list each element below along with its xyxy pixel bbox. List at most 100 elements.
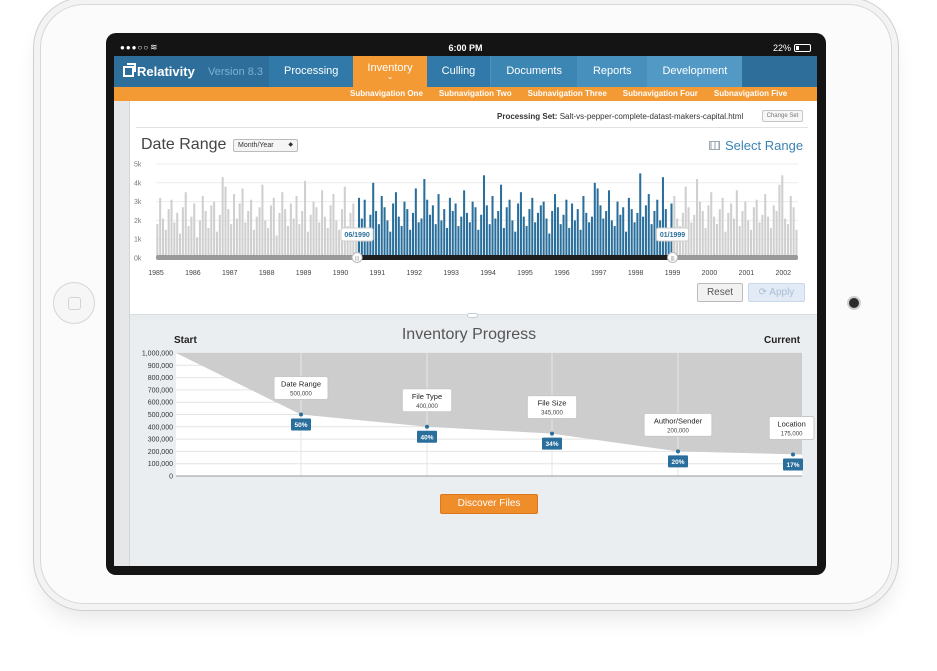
histogram-bar[interactable] bbox=[389, 231, 392, 258]
histogram-bar[interactable] bbox=[400, 226, 403, 258]
histogram-bar[interactable] bbox=[588, 222, 591, 258]
histogram-bar[interactable] bbox=[752, 207, 755, 258]
histogram-bar[interactable] bbox=[411, 212, 415, 258]
histogram-bar[interactable] bbox=[275, 235, 278, 258]
histogram-bar[interactable] bbox=[559, 224, 562, 258]
histogram-bar[interactable] bbox=[426, 199, 429, 258]
histogram-bar[interactable] bbox=[446, 227, 449, 258]
histogram-bar[interactable] bbox=[201, 195, 204, 258]
histogram-bar[interactable] bbox=[474, 207, 477, 258]
tab-culling[interactable]: Culling bbox=[426, 56, 491, 87]
histogram-bar[interactable] bbox=[605, 211, 608, 258]
histogram-bar[interactable] bbox=[579, 229, 582, 258]
histogram-bar[interactable] bbox=[187, 226, 190, 258]
histogram-bar[interactable] bbox=[397, 216, 400, 258]
resize-handle[interactable] bbox=[467, 313, 478, 318]
histogram-bar[interactable] bbox=[576, 209, 579, 258]
histogram-bar[interactable] bbox=[386, 220, 389, 258]
histogram-bar[interactable] bbox=[539, 205, 542, 258]
histogram-bar[interactable] bbox=[329, 205, 332, 258]
histogram-bar[interactable] bbox=[741, 211, 744, 258]
histogram-bar[interactable] bbox=[590, 216, 593, 258]
histogram-bar[interactable] bbox=[306, 231, 309, 258]
histogram-bar[interactable] bbox=[767, 216, 770, 258]
histogram-bar[interactable] bbox=[392, 203, 395, 258]
histogram-bar[interactable] bbox=[696, 179, 699, 258]
histogram-bar[interactable] bbox=[505, 207, 508, 258]
histogram-bar[interactable] bbox=[255, 216, 258, 258]
histogram-bar[interactable] bbox=[710, 192, 713, 258]
histogram-bar[interactable] bbox=[607, 190, 611, 258]
histogram-bar[interactable] bbox=[613, 226, 616, 258]
histogram-bar[interactable] bbox=[548, 233, 551, 258]
histogram-bar[interactable] bbox=[744, 201, 747, 258]
histogram-bar[interactable] bbox=[627, 197, 630, 258]
histogram-bar[interactable] bbox=[642, 216, 645, 258]
histogram-bar[interactable] bbox=[485, 205, 488, 258]
date-granularity-select[interactable]: Month/Year ◆ bbox=[233, 139, 298, 152]
histogram-bar[interactable] bbox=[375, 211, 378, 258]
histogram-bar[interactable] bbox=[724, 231, 727, 258]
histogram-bar[interactable] bbox=[502, 227, 505, 258]
histogram-bar[interactable] bbox=[301, 211, 304, 258]
histogram-bar[interactable] bbox=[715, 224, 718, 258]
histogram-bar[interactable] bbox=[258, 207, 261, 258]
histogram-bar[interactable] bbox=[394, 192, 397, 258]
histogram-bar[interactable] bbox=[261, 184, 264, 258]
histogram-bar[interactable] bbox=[713, 216, 716, 258]
histogram-bar[interactable] bbox=[440, 220, 443, 258]
histogram-bar[interactable] bbox=[684, 186, 687, 258]
histogram-bar[interactable] bbox=[210, 205, 213, 258]
histogram-bar[interactable] bbox=[693, 214, 696, 258]
histogram-bar[interactable] bbox=[269, 205, 272, 258]
histogram-bar[interactable] bbox=[542, 201, 545, 258]
histogram-bar[interactable] bbox=[517, 203, 520, 258]
histogram-bar[interactable] bbox=[224, 186, 227, 258]
histogram-bar[interactable] bbox=[420, 218, 423, 258]
histogram-bar[interactable] bbox=[562, 214, 565, 258]
histogram-bar[interactable] bbox=[619, 214, 622, 258]
histogram-bar[interactable] bbox=[164, 229, 167, 258]
histogram-bar[interactable] bbox=[434, 224, 437, 258]
histogram-bar[interactable] bbox=[196, 237, 199, 258]
histogram-bar[interactable] bbox=[491, 195, 494, 258]
histogram-bar[interactable] bbox=[622, 207, 625, 258]
histogram-bar[interactable] bbox=[735, 190, 738, 258]
histogram-bar[interactable] bbox=[238, 203, 241, 258]
histogram-bar[interactable] bbox=[221, 177, 224, 258]
histogram-bar[interactable] bbox=[525, 226, 528, 258]
histogram-bar[interactable] bbox=[429, 214, 432, 258]
histogram-bar[interactable] bbox=[721, 197, 724, 258]
histogram-bar[interactable] bbox=[599, 205, 602, 258]
histogram-bar[interactable] bbox=[184, 192, 187, 258]
histogram-bar[interactable] bbox=[181, 207, 184, 258]
histogram-bar[interactable] bbox=[761, 214, 764, 258]
histogram-bar[interactable] bbox=[775, 211, 778, 258]
histogram-bar[interactable] bbox=[727, 212, 730, 258]
histogram-bar[interactable] bbox=[747, 220, 750, 258]
histogram-bar[interactable] bbox=[230, 224, 233, 258]
histogram-bar[interactable] bbox=[781, 175, 784, 258]
histogram-bar[interactable] bbox=[508, 199, 511, 258]
histogram-bar[interactable] bbox=[514, 231, 517, 258]
histogram-bar[interactable] bbox=[323, 216, 326, 258]
histogram-bar[interactable] bbox=[531, 197, 534, 258]
histogram-bar[interactable] bbox=[304, 180, 307, 258]
histogram-bar[interactable] bbox=[213, 201, 216, 258]
home-button[interactable] bbox=[53, 282, 95, 324]
histogram-bar[interactable] bbox=[207, 227, 210, 258]
histogram-bar[interactable] bbox=[463, 190, 466, 258]
histogram-bar[interactable] bbox=[585, 212, 588, 258]
histogram-bar[interactable] bbox=[494, 218, 497, 258]
histogram-bar[interactable] bbox=[792, 207, 795, 258]
histogram-bar[interactable] bbox=[460, 216, 463, 258]
histogram-bar[interactable] bbox=[380, 195, 383, 258]
histogram-bar[interactable] bbox=[309, 214, 312, 258]
histogram-bar[interactable] bbox=[500, 184, 503, 258]
histogram-bar[interactable] bbox=[471, 201, 474, 258]
histogram-bar[interactable] bbox=[241, 188, 244, 258]
histogram-bar[interactable] bbox=[321, 190, 324, 258]
histogram-bar[interactable] bbox=[707, 205, 710, 258]
histogram-bar[interactable] bbox=[755, 199, 758, 258]
histogram-bar[interactable] bbox=[267, 227, 270, 258]
